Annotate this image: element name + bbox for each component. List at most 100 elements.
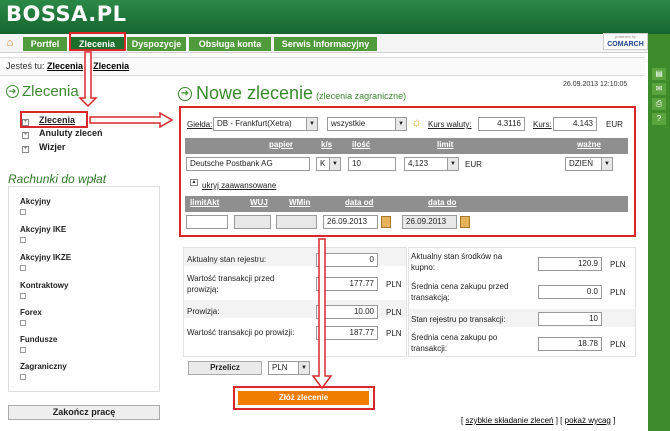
chevron-down-icon: ▼ [601, 158, 612, 170]
register-after-label: Stan rejestru po transakcji: [411, 315, 506, 324]
value-before-fee-currency: PLN [386, 280, 402, 289]
funds-available-label: Aktualny stan środków na kupno: [411, 252, 503, 272]
expand-icon [20, 209, 26, 215]
filter-select[interactable]: wszystkie ▼ [327, 117, 407, 131]
sidebar-item-wizjer[interactable]: + Wizjer [22, 142, 65, 153]
account-zagraniczny[interactable]: Zagraniczny [20, 362, 67, 380]
sidebar-item-anuluty[interactable]: + Anuluty zleceń [22, 128, 103, 139]
funds-available-currency: PLN [610, 260, 626, 269]
exchange-label: Giełda: [187, 120, 213, 129]
price-field[interactable]: 4.143 [553, 117, 597, 131]
header-ilosc[interactable]: ilość [352, 140, 370, 149]
fast-order-link[interactable]: szybkie składanie zleceń [465, 416, 553, 425]
expand-icon: + [22, 146, 29, 153]
account-label: Akcyjny IKZE [20, 253, 72, 262]
sidebar-item-label: Anuluty zleceń [39, 128, 103, 138]
breadcrumb-separator: » [85, 61, 91, 71]
register-state-field: 0 [316, 253, 378, 267]
account-akcyjny-ike[interactable]: Akcyjny IKE [20, 225, 66, 243]
account-kontraktowy[interactable]: Kontraktowy [20, 281, 68, 299]
exchange-select[interactable]: DB - Frankfurt(Xetra) ▼ [213, 117, 318, 131]
expand-icon [20, 320, 26, 326]
home-icon[interactable]: ⌂ [3, 37, 17, 50]
tab-dyspozycje[interactable]: Dyspozycje [127, 37, 186, 51]
comarch-name: COMARCH [607, 41, 644, 48]
commission-label: Prowizja: [187, 307, 220, 316]
expand-icon [20, 347, 26, 353]
header-data-do[interactable]: data do [428, 198, 456, 207]
limitakt-field[interactable] [186, 215, 228, 229]
currency-select[interactable]: PLN ▼ [268, 361, 310, 375]
security-field[interactable]: Deutsche Postbank AG [186, 157, 310, 171]
breadcrumb-item-zlecenia-1[interactable]: Zlecenia [47, 61, 83, 71]
page-title-text: Nowe zlecenie [196, 83, 314, 103]
breadcrumb-item-zlecenia-2[interactable]: Zlecenia [93, 61, 129, 71]
arrow-right-shape [89, 111, 174, 129]
show-statement-link[interactable]: pokaż wycag [565, 416, 611, 425]
help-icon[interactable]: ? [652, 113, 666, 125]
account-label: Forex [20, 308, 42, 317]
page-title: ➔ Nowe zlecenie (zlecenia zagraniczne) [178, 83, 406, 104]
calendar-icon[interactable] [381, 216, 391, 228]
header-wazne[interactable]: ważne [577, 140, 601, 149]
commission-field: 10.00 [316, 305, 378, 319]
avg-price-before-label: Średnia cena zakupu przed transakcją: [411, 282, 509, 302]
header-limit[interactable]: limit [437, 140, 453, 149]
recalculate-button[interactable]: Przelicz [188, 361, 262, 375]
arrow-right-icon: ➔ [6, 85, 19, 98]
commission-currency: PLN [386, 308, 402, 317]
currency-value: PLN [272, 363, 288, 372]
filter-value: wszystkie [331, 119, 366, 128]
collapse-icon[interactable]: ▲ [190, 179, 198, 186]
limit-select[interactable]: 4,123 ▼ [404, 157, 459, 171]
side-select[interactable]: K ▼ [316, 157, 341, 171]
header-wuj[interactable]: WUJ [250, 198, 268, 207]
header-wmin[interactable]: WMin [289, 198, 310, 207]
price-currency: EUR [606, 120, 623, 129]
breadcrumb-prefix: Jesteś tu: [6, 61, 45, 71]
expand-icon [20, 265, 26, 271]
account-fundusze[interactable]: Fundusze [20, 335, 57, 353]
advanced-table-header: limitAkt WUJ WMin data od data do [185, 196, 628, 212]
header-limitakt[interactable]: limitAkt [190, 198, 219, 207]
settings-gear-icon[interactable]: ☼ [411, 115, 422, 129]
validity-select[interactable]: DZIEŃ ▼ [565, 157, 613, 171]
avg-price-after-currency: PLN [610, 340, 626, 349]
calendar-icon[interactable] [460, 216, 470, 228]
hide-advanced-link[interactable]: ukryj zaawansowane [202, 181, 276, 190]
value-after-fee-field: 187.77 [316, 326, 378, 340]
order-table-header: papier k/s ilość limit ważne [185, 138, 628, 154]
price-label[interactable]: Kurs: [533, 120, 552, 129]
value-after-fee-label: Wartość transakcji po prowizji: [187, 328, 295, 337]
exchange-rate-field[interactable]: 4.3116 [478, 117, 525, 131]
mail-icon[interactable]: ✉ [652, 83, 666, 95]
account-label: Kontraktowy [20, 281, 69, 290]
exchange-rate-label[interactable]: Kurs waluty: [428, 120, 472, 129]
value-before-fee-field: 177.77 [316, 277, 378, 291]
bossa-logo[interactable]: BOSSA.PL [6, 2, 127, 26]
rates-icon[interactable]: ▤ [652, 68, 666, 80]
submit-order-button[interactable]: Złóż zlecenie [238, 391, 369, 405]
header-ks[interactable]: k/s [321, 140, 332, 149]
limit-currency: EUR [465, 160, 482, 169]
left-section-title: ➔ Zlecenia [6, 83, 79, 100]
chevron-down-icon: ▼ [298, 362, 309, 374]
chevron-down-icon: ▼ [395, 118, 406, 130]
quantity-field[interactable]: 10 [348, 157, 396, 171]
account-akcyjny-ikze[interactable]: Akcyjny IKZE [20, 253, 71, 271]
header-papier[interactable]: papier [269, 140, 293, 149]
date-to-field[interactable]: 26.09.2013 [402, 215, 457, 229]
tab-portfel[interactable]: Portfel [23, 37, 67, 51]
accounts-title: Rachunki do wpłat [8, 172, 107, 186]
logout-button[interactable]: Zakończ pracę [8, 405, 160, 420]
tab-obsluga-konta[interactable]: Obsługa konta [189, 37, 271, 51]
validity-value: DZIEŃ [569, 159, 593, 168]
chevron-down-icon: ▼ [306, 118, 317, 130]
date-from-field[interactable]: 26.09.2013 [323, 215, 378, 229]
account-akcyjny[interactable]: Akcyjny [20, 197, 51, 215]
print-icon[interactable]: ⎙ [652, 98, 666, 110]
header-data-od[interactable]: data od [345, 198, 373, 207]
tab-serwis-informacyjny[interactable]: Serwis Informacyjny [274, 37, 377, 51]
account-forex[interactable]: Forex [20, 308, 42, 326]
expand-icon: + [22, 132, 29, 139]
